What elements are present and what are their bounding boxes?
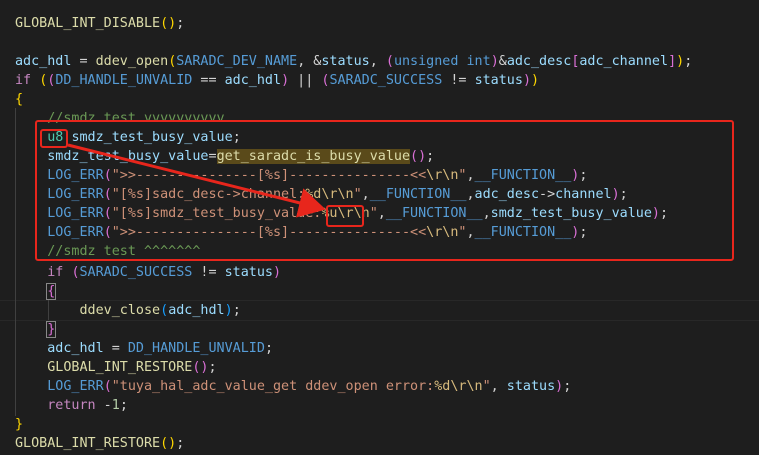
code-editor[interactable]: GLOBAL_INT_DISABLE(); adc_hdl = ddev_open… bbox=[0, 0, 759, 455]
annotation-arrow bbox=[67, 143, 326, 218]
